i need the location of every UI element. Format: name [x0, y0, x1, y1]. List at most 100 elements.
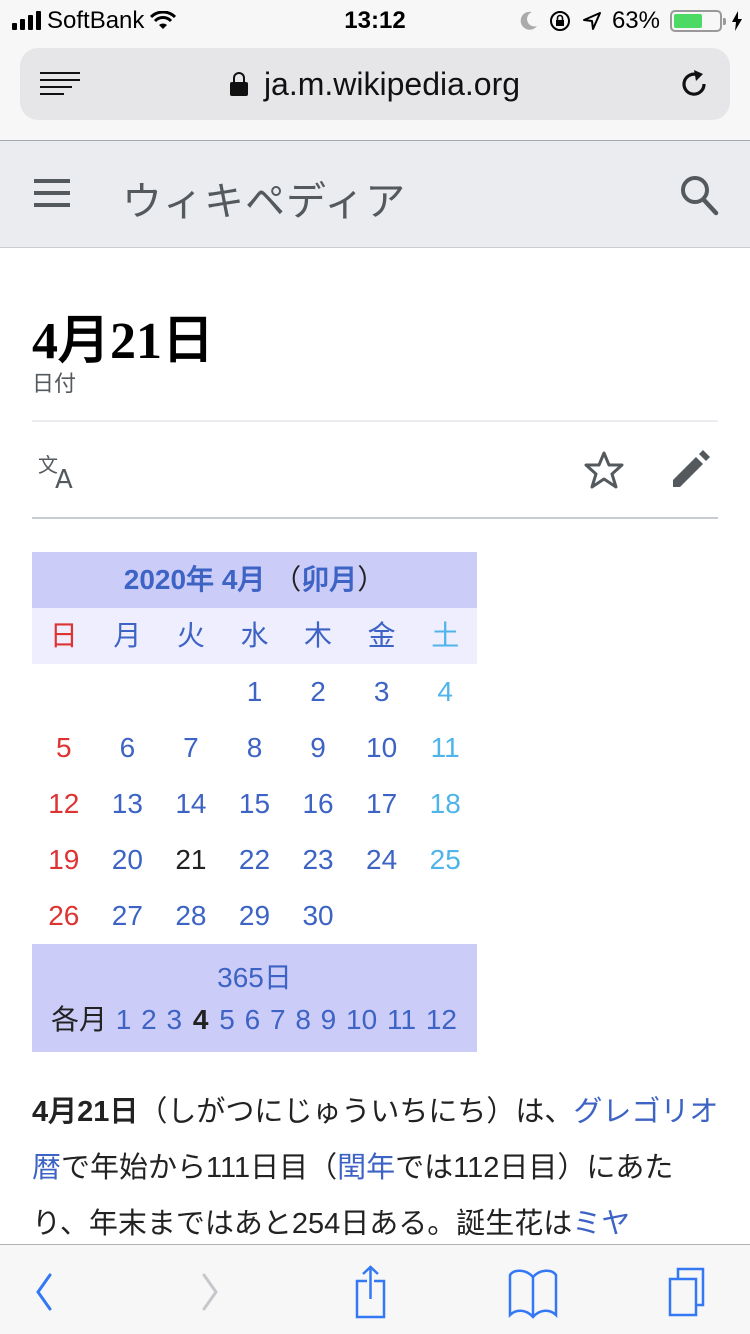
calendar-day-7[interactable]: 7	[159, 720, 223, 776]
calendar-day-3[interactable]: 3	[350, 664, 414, 720]
days-of-year-link[interactable]: 365日	[32, 944, 477, 998]
calendar-day-29[interactable]: 29	[223, 888, 287, 944]
divider	[32, 517, 718, 519]
calendar-day-12[interactable]: 12	[32, 776, 96, 832]
calendar-day-8[interactable]: 8	[223, 720, 287, 776]
calendar-day-13[interactable]: 13	[96, 776, 160, 832]
month-link-9[interactable]: 9	[321, 1004, 337, 1035]
paren: ）	[357, 564, 386, 595]
paren: （	[273, 564, 302, 595]
calendar-day-6[interactable]: 6	[96, 720, 160, 776]
calendar-day-28[interactable]: 28	[159, 888, 223, 944]
calendar-eto-link[interactable]: 卯月	[301, 564, 357, 595]
month-calendar: 2020年 4月 （卯月） 日 月 火 水 木 金 土 1 2 3 4 5 6 7 8 9 10 1…	[32, 552, 477, 1052]
weekday-row: 日 月 火 水 木 金 土	[32, 608, 477, 664]
article-text: で年始から111日目（	[61, 1152, 338, 1184]
url-text: ja.m.wikipedia.org	[263, 66, 521, 102]
calendar-week-row: 1234	[32, 664, 477, 720]
calendar-day-11[interactable]: 11	[413, 720, 477, 776]
calendar-day-23[interactable]: 23	[286, 832, 350, 888]
battery-percent: 63%	[611, 7, 660, 34]
wiki-header: ウィキペディア	[0, 140, 750, 248]
share-icon[interactable]	[350, 1265, 400, 1319]
month-link-10[interactable]: 10	[346, 1004, 377, 1035]
calendar-day-26[interactable]: 26	[32, 888, 96, 944]
browser-toolbar	[0, 1244, 750, 1334]
svg-text:A: A	[55, 465, 73, 490]
calendar-month-link[interactable]: 4月	[222, 564, 266, 595]
calendar-day-20[interactable]: 20	[96, 832, 160, 888]
calendar-day-22[interactable]: 22	[223, 832, 287, 888]
calendar-day-19[interactable]: 19	[32, 832, 96, 888]
link-birth-flower[interactable]: ミヤ	[572, 1208, 630, 1240]
calendar-day-27[interactable]: 27	[96, 888, 160, 944]
edit-pencil-icon[interactable]	[670, 448, 710, 488]
bookmarks-icon[interactable]	[508, 1265, 558, 1319]
month-link-6[interactable]: 6	[245, 1004, 261, 1035]
calendar-header: 2020年 4月 （卯月）	[32, 552, 477, 608]
reload-icon[interactable]	[676, 66, 712, 102]
address-bar[interactable]: ja.m.wikipedia.org	[20, 48, 730, 120]
back-icon[interactable]	[28, 1265, 78, 1319]
article-lead: 4月21日（しがつにじゅういちにち）は、グレゴリオ暦で年始から111日目（閏年で…	[32, 1084, 722, 1252]
battery-icon	[670, 10, 726, 32]
calendar-empty-cell	[413, 888, 477, 944]
month-link-3[interactable]: 3	[167, 1004, 183, 1035]
calendar-empty-cell	[32, 664, 96, 720]
calendar-day-24[interactable]: 24	[350, 832, 414, 888]
forward-icon[interactable]	[190, 1265, 240, 1319]
url-field[interactable]: ja.m.wikipedia.org	[20, 66, 730, 103]
month-link-11[interactable]: 11	[387, 1004, 416, 1035]
weekday-sun: 日	[49, 620, 78, 651]
page-actions: 文 A	[32, 440, 718, 504]
location-icon	[582, 12, 601, 30]
search-icon[interactable]	[678, 173, 720, 217]
calendar-empty-cell	[96, 664, 160, 720]
calendar-day-17[interactable]: 17	[350, 776, 414, 832]
browser-top-chrome: SoftBank 13:12 63% ja.m.wikipedia.org	[0, 0, 750, 140]
calendar-day-30[interactable]: 30	[286, 888, 350, 944]
weekday-thu: 木	[304, 620, 333, 651]
watch-star-icon[interactable]	[584, 450, 624, 490]
orientation-lock-icon	[549, 11, 570, 31]
divider	[32, 420, 718, 422]
month-link-5[interactable]: 5	[219, 1004, 235, 1035]
page-description: 日付	[32, 371, 77, 396]
menu-icon[interactable]	[34, 179, 70, 215]
weekday-sat: 土	[431, 620, 460, 651]
month-link-1[interactable]: 1	[116, 1004, 132, 1035]
link-leap-year[interactable]: 閏年	[337, 1152, 395, 1184]
language-icon[interactable]: 文 A	[38, 450, 80, 490]
calendar-day-14[interactable]: 14	[159, 776, 223, 832]
calendar-day-18[interactable]: 18	[413, 776, 477, 832]
calendar-week-row: 19 20 21 22 23 24 25	[32, 832, 477, 888]
weekday-mon: 月	[113, 620, 142, 651]
month-link-8[interactable]: 8	[295, 1004, 311, 1035]
month-link-7[interactable]: 7	[270, 1004, 286, 1035]
calendar-year-link[interactable]: 2020年	[124, 564, 214, 595]
months-label: 各月	[51, 1004, 108, 1035]
calendar-day-2[interactable]: 2	[286, 664, 350, 720]
calendar-day-5[interactable]: 5	[32, 720, 96, 776]
lock-icon	[229, 72, 248, 96]
calendar-empty-cell	[350, 888, 414, 944]
calendar-week-row: 26 27 28 29 30	[32, 888, 477, 944]
calendar-day-16[interactable]: 16	[286, 776, 350, 832]
calendar-day-15[interactable]: 15	[223, 776, 287, 832]
do-not-disturb-icon	[520, 11, 537, 30]
calendar-day-4[interactable]: 4	[413, 664, 477, 720]
wiki-wordmark[interactable]: ウィキペディア	[122, 169, 406, 227]
calendar-day-25[interactable]: 25	[413, 832, 477, 888]
article-text: （しがつにじゅういちにち）は、	[138, 1096, 574, 1128]
calendar-day-1[interactable]: 1	[223, 664, 287, 720]
calendar-day-9[interactable]: 9	[286, 720, 350, 776]
month-link-2[interactable]: 2	[141, 1004, 157, 1035]
calendar-day-10[interactable]: 10	[350, 720, 414, 776]
calendar-weeks: 1 2 3 4 5 6 7 8 9 10 11 12 13 14 15 16 17 18 19 20 21 22 23 24 2…	[32, 664, 477, 944]
tabs-icon[interactable]	[668, 1265, 718, 1319]
calendar-day-21: 21	[175, 844, 207, 875]
weekday-fri: 金	[367, 620, 396, 651]
calendar-empty-cell	[159, 664, 223, 720]
month-link-12[interactable]: 12	[426, 1004, 457, 1035]
weekday-tue: 火	[176, 620, 205, 651]
